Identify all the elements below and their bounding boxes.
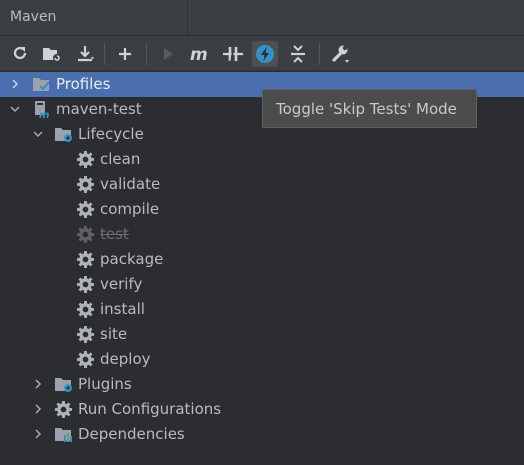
- toolbar-separator: [319, 43, 320, 65]
- skip-tests-icon: [256, 45, 274, 63]
- download-sources-button[interactable]: [73, 41, 99, 67]
- profiles-folder-icon: [33, 78, 50, 91]
- chevron-down-icon[interactable]: [33, 129, 43, 139]
- gear-icon: [76, 350, 95, 369]
- tree-item-goal-verify[interactable]: verify: [0, 272, 524, 297]
- tree-item-label: verify: [100, 275, 143, 293]
- tree-item-label: validate: [100, 175, 161, 193]
- execute-goal-icon: m: [190, 45, 208, 63]
- tree-item-goal-clean[interactable]: clean: [0, 147, 524, 172]
- gear-icon: [76, 325, 95, 344]
- tree-item-label: Plugins: [78, 375, 132, 393]
- toolbar-separator: [104, 43, 105, 65]
- gear-icon: [76, 300, 95, 319]
- maven-settings-button[interactable]: [327, 41, 353, 67]
- chevron-down-icon[interactable]: [10, 104, 20, 114]
- tree-item-label: Profiles: [56, 75, 111, 93]
- toggle-offline-icon: [223, 45, 243, 63]
- run-button[interactable]: [155, 41, 181, 67]
- tree-item-goal-install[interactable]: install: [0, 297, 524, 322]
- tree-item-label: compile: [100, 200, 160, 218]
- tree-item-label: test: [100, 225, 129, 243]
- tree-item-run-configurations[interactable]: Run Configurations: [0, 397, 524, 422]
- add-icon: [119, 48, 131, 60]
- gear-icon: [54, 400, 73, 419]
- plugins-folder-icon: [55, 378, 72, 392]
- download-icon: [78, 46, 94, 62]
- tree-item-goal-site[interactable]: site: [0, 322, 524, 347]
- svg-text:m: m: [190, 45, 208, 63]
- add-project-folder-icon: [43, 48, 61, 62]
- tree-item-dependencies[interactable]: Dependencies: [0, 422, 524, 447]
- gear-icon: [76, 175, 95, 194]
- tree-item-goal-deploy[interactable]: deploy: [0, 347, 524, 372]
- add-maven-project-button[interactable]: [39, 41, 65, 67]
- svg-text:m: m: [39, 110, 49, 119]
- chevron-right-icon[interactable]: [33, 429, 43, 439]
- dependencies-folder-icon: [55, 428, 72, 442]
- tree-item-label: install: [100, 300, 145, 318]
- tooltip: Toggle 'Skip Tests' Mode: [262, 89, 477, 128]
- tool-window-tab[interactable]: Maven: [0, 0, 188, 36]
- tree-item-label: Dependencies: [78, 425, 185, 443]
- add-button[interactable]: [112, 41, 138, 67]
- gear-disabled-icon: [76, 225, 95, 244]
- lifecycle-folder-icon: [55, 128, 72, 142]
- chevron-right-icon[interactable]: [33, 404, 43, 414]
- collapse-all-icon: [291, 45, 305, 63]
- tree-item-label: maven-test: [56, 100, 142, 118]
- settings-wrench-icon: [332, 45, 349, 63]
- gear-icon: [76, 200, 95, 219]
- tool-window-header: Maven: [0, 0, 524, 36]
- tree-item-goal-test-skipped[interactable]: test: [0, 222, 524, 247]
- execute-maven-goal-button[interactable]: m: [187, 41, 213, 67]
- tree-item-plugins[interactable]: Plugins: [0, 372, 524, 397]
- tree-item-label: clean: [100, 150, 141, 168]
- reload-all-button[interactable]: [7, 41, 33, 67]
- maven-toolbar: m: [0, 36, 524, 71]
- gear-icon: [76, 150, 95, 169]
- chevron-right-icon[interactable]: [33, 379, 43, 389]
- maven-module-icon: m: [35, 101, 49, 119]
- tree-item-label: deploy: [100, 350, 151, 368]
- tree-item-label: Lifecycle: [78, 125, 144, 143]
- reload-all-icon: [13, 46, 27, 60]
- tooltip-text: Toggle 'Skip Tests' Mode: [276, 100, 457, 118]
- tree-item-goal-validate[interactable]: validate: [0, 172, 524, 197]
- panel-title: Maven: [10, 9, 57, 25]
- toggle-skip-tests-button[interactable]: [252, 41, 278, 67]
- collapse-all-button[interactable]: [285, 41, 311, 67]
- run-icon: [164, 48, 173, 60]
- tree-item-goal-package[interactable]: package: [0, 247, 524, 272]
- tree-item-goal-compile[interactable]: compile: [0, 197, 524, 222]
- gear-icon: [76, 275, 95, 294]
- tree-item-label: Run Configurations: [78, 400, 222, 418]
- toggle-offline-button[interactable]: [220, 41, 246, 67]
- tree-item-label: site: [100, 325, 128, 343]
- gear-icon: [76, 250, 95, 269]
- toolbar-separator: [146, 43, 147, 65]
- maven-projects-tree: Profiles m maven-test Lifecycle clean va…: [0, 72, 524, 465]
- chevron-right-icon[interactable]: [10, 79, 20, 89]
- tree-item-label: package: [100, 250, 164, 268]
